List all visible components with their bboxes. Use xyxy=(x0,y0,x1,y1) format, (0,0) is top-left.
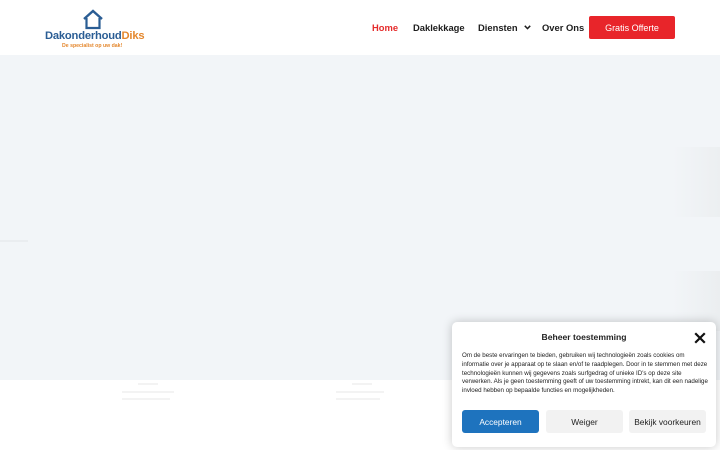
preferences-label: Bekijk voorkeuren xyxy=(634,416,701,427)
house-icon xyxy=(83,9,103,30)
faint-content xyxy=(336,391,384,393)
logo-name-part1: Dakonderhoud xyxy=(45,30,122,42)
consent-text: Om de beste ervaringen te bieden, gebrui… xyxy=(462,352,708,395)
faint-content xyxy=(138,383,158,385)
faint-content xyxy=(122,398,170,400)
hero-edge-image xyxy=(672,147,720,217)
logo-name-part2: Diks xyxy=(121,30,145,42)
site-logo[interactable]: DakonderhoudDiks De specialist op uw dak… xyxy=(44,8,145,50)
nav-item-diensten[interactable]: Diensten xyxy=(478,22,531,33)
deny-label: Weiger xyxy=(571,416,598,427)
accept-button[interactable]: Accepteren xyxy=(462,410,539,433)
nav-item-home[interactable]: Home xyxy=(372,22,398,33)
chevron-down-icon xyxy=(524,25,531,30)
nav-item-over-ons[interactable]: Over Ons xyxy=(542,22,584,33)
logo-wordmark: DakonderhoudDiks xyxy=(45,30,145,43)
hero-faint-mark xyxy=(0,240,28,242)
gratis-offerte-button[interactable]: Gratis Offerte xyxy=(589,16,675,39)
faint-content xyxy=(336,398,380,400)
consent-title: Beheer toestemming xyxy=(541,332,627,342)
cta-label: Gratis Offerte xyxy=(605,22,659,33)
deny-button[interactable]: Weiger xyxy=(546,410,623,433)
accept-label: Accepteren xyxy=(479,416,522,427)
faint-content xyxy=(352,383,372,385)
view-preferences-button[interactable]: Bekijk voorkeuren xyxy=(629,410,706,433)
faint-content xyxy=(122,391,174,393)
cookie-consent-dialog: Beheer toestemming Om de beste ervaringe… xyxy=(452,322,716,447)
logo-tagline: De specialist op uw dak! xyxy=(62,43,123,49)
site-header: DakonderhoudDiks De specialist op uw dak… xyxy=(0,0,720,55)
nav-item-diensten-label: Diensten xyxy=(478,22,518,33)
nav-item-daklekkage[interactable]: Daklekkage xyxy=(413,22,465,33)
close-icon[interactable] xyxy=(694,331,706,344)
